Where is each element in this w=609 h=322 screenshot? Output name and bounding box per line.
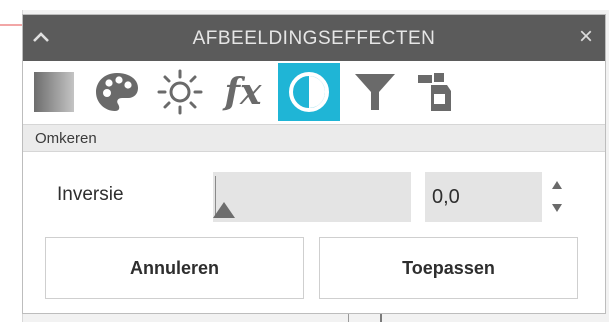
tool-color[interactable] [89, 63, 145, 121]
gradient-swatch-icon [34, 72, 74, 112]
inversion-slider[interactable] [213, 172, 411, 222]
effects-toolbar: fx [23, 61, 605, 124]
tool-brightness[interactable] [152, 63, 208, 121]
tool-fx[interactable]: fx [215, 63, 271, 121]
fx-icon: fx [224, 71, 262, 113]
app-background-top [0, 0, 609, 10]
decrement-button[interactable] [550, 201, 564, 215]
sun-icon [157, 69, 203, 115]
inversion-label: Inversie [57, 184, 124, 205]
funnel-icon [355, 74, 395, 110]
invert-contrast-icon [289, 72, 329, 112]
section-title: Omkeren [35, 130, 97, 147]
close-button[interactable]: × [575, 23, 597, 50]
increment-button[interactable] [550, 178, 564, 192]
tool-invert[interactable] [278, 63, 340, 121]
triangle-down-icon [552, 204, 562, 212]
tool-gradient[interactable] [26, 63, 82, 121]
apply-button[interactable]: Toepassen [319, 237, 578, 299]
panel-titlebar: AFBEELDINGSEFFECTEN × [23, 15, 605, 61]
panel-title: AFBEELDINGSEFFECTEN [192, 28, 436, 49]
triangle-up-icon [552, 181, 562, 189]
close-icon: × [578, 23, 593, 50]
canvas-guide-line [0, 24, 22, 26]
tool-filter[interactable] [347, 63, 403, 121]
cancel-button[interactable]: Annuleren [45, 237, 304, 299]
palette-icon [96, 73, 138, 111]
section-header: Omkeren [23, 124, 605, 152]
app-background-left [0, 10, 23, 322]
spray-can-icon [418, 73, 451, 111]
slider-thumb[interactable] [213, 202, 235, 218]
image-effects-panel: AFBEELDINGSEFFECTEN × fx Omkeren Inversi… [22, 14, 606, 314]
tool-spray[interactable] [409, 63, 465, 121]
inversion-value-field[interactable]: 0,0 [425, 172, 542, 222]
